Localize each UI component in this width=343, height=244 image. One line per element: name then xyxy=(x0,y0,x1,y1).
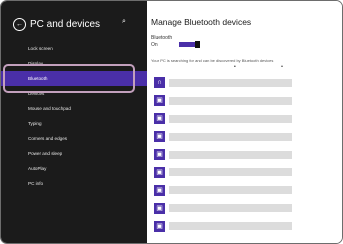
device-name-placeholder xyxy=(169,132,292,141)
page-title: Manage Bluetooth devices xyxy=(151,17,252,27)
sidebar: ← PC and devices ⌕ Lock screen Display Blu… xyxy=(1,1,147,243)
device-row[interactable]: ▣ xyxy=(154,181,340,199)
device-row[interactable]: ▣ xyxy=(154,163,340,181)
device-row[interactable]: ▣ xyxy=(154,110,340,128)
main-panel: Manage Bluetooth devices Bluetooth On Yo… xyxy=(147,1,342,243)
device-icon: ▣ xyxy=(154,184,165,196)
bluetooth-highlight-ring xyxy=(3,64,135,93)
device-list: ∩ ▣ ▣ ▣ ▣ ▣ ▣ ▣ ▣ xyxy=(154,74,340,235)
device-name-placeholder xyxy=(169,150,292,159)
settings-window: ← PC and devices ⌕ Lock screen Display Blu… xyxy=(0,0,343,244)
device-name-placeholder xyxy=(169,96,292,105)
sidebar-item-corners-and-edges[interactable]: Corners and edges xyxy=(1,131,147,146)
device-name-placeholder xyxy=(169,114,292,123)
device-name-placeholder xyxy=(169,168,292,177)
device-name-placeholder xyxy=(169,78,292,87)
device-row[interactable]: ▣ xyxy=(154,217,340,235)
bluetooth-label: Bluetooth xyxy=(151,35,173,41)
device-row[interactable]: ▣ xyxy=(154,92,340,110)
back-arrow-icon[interactable]: ← xyxy=(13,18,26,31)
progress-dots: • • xyxy=(234,64,305,70)
device-name-placeholder xyxy=(169,186,292,195)
device-icon: ▣ xyxy=(154,95,165,107)
sidebar-item-autoplay[interactable]: AutoPlay xyxy=(1,161,147,176)
device-row[interactable]: ▣ xyxy=(154,146,340,164)
device-name-placeholder xyxy=(169,204,292,213)
device-row[interactable]: ∩ xyxy=(154,74,340,92)
sidebar-item-pc-info[interactable]: PC info xyxy=(1,176,147,191)
device-icon: ▣ xyxy=(154,113,165,125)
device-icon: ▣ xyxy=(154,202,165,214)
device-icon: ▣ xyxy=(154,220,165,232)
headphones-icon: ∩ xyxy=(154,77,165,89)
sidebar-item-power-and-sleep[interactable]: Power and sleep xyxy=(1,146,147,161)
device-icon: ▣ xyxy=(154,149,165,160)
searching-info-text: Your PC is searching for and can be disc… xyxy=(151,58,274,63)
device-icon: ▣ xyxy=(154,166,165,178)
sidebar-title: PC and devices xyxy=(30,19,101,30)
sidebar-item-mouse-and-touchpad[interactable]: Mouse and touchpad xyxy=(1,101,147,116)
device-row[interactable]: ▣ xyxy=(154,128,340,146)
sidebar-item-typing[interactable]: Typing xyxy=(1,116,147,131)
bluetooth-toggle[interactable] xyxy=(179,41,200,48)
device-icon: ▣ xyxy=(154,131,165,143)
device-name-placeholder xyxy=(169,222,292,231)
search-icon[interactable]: ⌕ xyxy=(122,18,126,26)
bluetooth-state: On xyxy=(151,42,158,48)
device-row[interactable]: ▣ xyxy=(154,199,340,217)
sidebar-item-lock-screen[interactable]: Lock screen xyxy=(1,41,147,56)
sidebar-header: ← PC and devices xyxy=(13,18,100,31)
